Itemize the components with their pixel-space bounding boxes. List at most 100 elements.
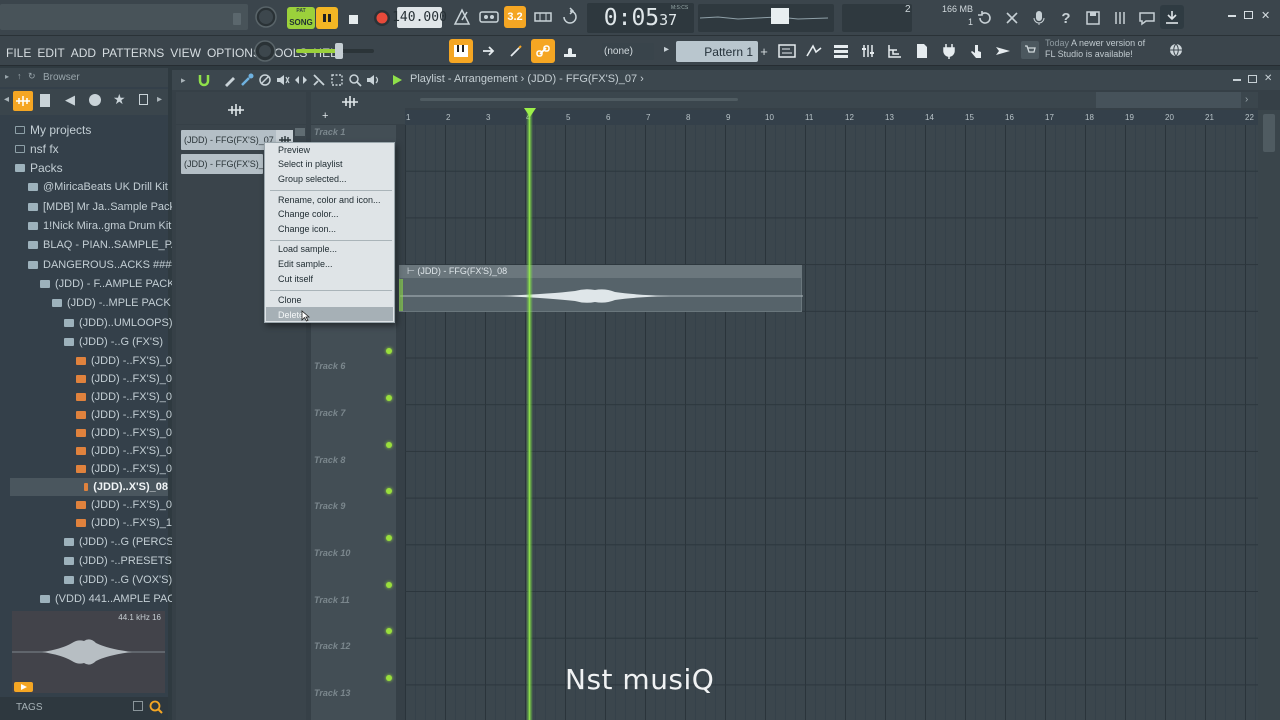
list-item[interactable]: (JDD)..UMLOOPS)	[64, 314, 173, 332]
browser-refresh-icon[interactable]: ↻	[28, 71, 36, 82]
menu-patterns[interactable]: PATTERNS	[102, 46, 164, 60]
list-item[interactable]: (JDD) -..FX'S)_10	[76, 514, 178, 532]
undo-icon[interactable]	[972, 6, 996, 30]
browser-collapse-icon[interactable]: ◂	[4, 94, 9, 105]
track-enable-led[interactable]	[386, 395, 392, 401]
mixer-icon[interactable]	[1108, 6, 1132, 30]
list-item[interactable]: (JDD) -..G (VOX'S)	[64, 571, 172, 589]
toolbar-select-icon[interactable]	[330, 73, 344, 87]
mixer-view-icon[interactable]	[856, 39, 880, 63]
pattern-song-toggle[interactable]: PAT SONG	[287, 7, 315, 29]
vertical-scroll[interactable]	[1258, 110, 1280, 720]
menu-file[interactable]: FILE	[6, 46, 31, 60]
metronome-icon[interactable]	[451, 6, 473, 28]
list-item[interactable]: My projects	[15, 121, 91, 139]
magnet-snap-icon[interactable]	[197, 73, 211, 87]
toolbar-delete-icon[interactable]	[258, 73, 272, 87]
master-volume-knob[interactable]	[255, 6, 277, 28]
track-name[interactable]: Track 12	[314, 641, 350, 651]
browser-up-icon[interactable]: ↑	[17, 71, 22, 81]
piano-roll-icon[interactable]	[802, 39, 826, 63]
track-enable-led[interactable]	[386, 582, 392, 588]
pattern-prev-icon[interactable]: ▸	[664, 44, 669, 55]
step-edit-value[interactable]: 3.2	[504, 6, 526, 28]
plugin-icon[interactable]	[937, 39, 961, 63]
track-enable-led[interactable]	[386, 348, 392, 354]
globe-icon[interactable]	[1169, 43, 1183, 57]
download-icon[interactable]	[1160, 5, 1184, 29]
play-button[interactable]	[316, 7, 338, 29]
wait-for-input-icon[interactable]	[478, 6, 500, 28]
menu-view[interactable]: VIEW	[170, 46, 201, 60]
stop-button[interactable]	[344, 10, 362, 28]
add-track-icon[interactable]: +	[322, 110, 328, 122]
list-item[interactable]: (JDD) -..FX'S)_06	[76, 442, 178, 460]
ctx-rename[interactable]: Rename, color and icon...	[278, 195, 381, 205]
save-icon[interactable]	[1081, 6, 1105, 30]
list-item[interactable]: (JDD) -..PRESETS)	[64, 552, 176, 570]
toolbar-mute-icon[interactable]	[276, 73, 290, 87]
list-item[interactable]: 1!Nick Mira..gma Drum Kit	[28, 217, 171, 235]
arrow-right-icon[interactable]	[477, 39, 501, 63]
channel-rack-icon[interactable]	[829, 39, 853, 63]
touch-keyboard-icon[interactable]	[964, 39, 988, 63]
link-icon[interactable]	[531, 39, 555, 63]
track-name[interactable]: Track 8	[314, 455, 345, 465]
playlist-play-icon[interactable]	[391, 74, 403, 86]
vertical-scroll-thumb[interactable]	[1263, 114, 1275, 152]
list-item[interactable]: @MiricaBeats UK Drill Kit	[28, 178, 168, 196]
stamp-icon[interactable]	[558, 39, 582, 63]
track-enable-led[interactable]	[386, 488, 392, 494]
list-item[interactable]: (JDD) -..FX'S)_09	[76, 496, 178, 514]
tags-folder-icon[interactable]	[133, 701, 143, 711]
track-name[interactable]: Track 11	[314, 595, 350, 605]
close-icon[interactable]: ✕	[1261, 9, 1270, 22]
track-enable-led[interactable]	[386, 442, 392, 448]
list-item[interactable]: (JDD) -..FX'S)_07	[76, 460, 178, 478]
list-item[interactable]: Packs	[15, 159, 63, 177]
microphone-icon[interactable]	[1027, 6, 1051, 30]
horizontal-scroll[interactable]: ›	[400, 92, 1258, 108]
chat-icon[interactable]	[1135, 6, 1159, 30]
browser-files-icon[interactable]	[40, 94, 50, 107]
scroll-right-icon[interactable]: ›	[1245, 94, 1248, 105]
picker-scroll-up-icon[interactable]	[295, 128, 305, 136]
list-item[interactable]: (JDD) -..FX'S)_04	[76, 406, 178, 424]
send-icon[interactable]	[991, 39, 1015, 63]
minimize-icon[interactable]	[1228, 15, 1236, 17]
cut-tool-icon[interactable]	[1000, 6, 1024, 30]
picker-audio-icon[interactable]	[228, 104, 244, 116]
list-item[interactable]: (JDD) -..FX'S)_01	[76, 352, 178, 370]
clip-menu-icon[interactable]: ⊢	[407, 266, 415, 276]
draw-tool-icon[interactable]	[504, 39, 528, 63]
list-item[interactable]: BLAQ - PIAN..SAMPLE_PACK	[28, 236, 194, 254]
track-enable-led[interactable]	[386, 675, 392, 681]
track-name[interactable]: Track 10	[314, 548, 350, 558]
toolbar-zoom-icon[interactable]	[348, 73, 362, 87]
tempo-display[interactable]: 140.000	[392, 7, 447, 28]
track-name[interactable]: Track 13	[314, 688, 350, 698]
menu-edit[interactable]: EDIT	[37, 46, 64, 60]
track-name[interactable]: Track 6	[314, 361, 345, 371]
ctx-select-in-playlist[interactable]: Select in playlist	[278, 159, 343, 169]
ctx-change-color[interactable]: Change color...	[278, 209, 339, 219]
restore-icon[interactable]	[1244, 11, 1253, 19]
track-enable-led[interactable]	[386, 628, 392, 634]
shop-cart-icon[interactable]	[1021, 41, 1039, 59]
ctx-cut-itself[interactable]: Cut itself	[278, 274, 313, 284]
sample-preview[interactable]: 44.1 kHz 16	[12, 611, 165, 693]
ctx-load-sample[interactable]: Load sample...	[278, 244, 337, 254]
main-pitch-knob[interactable]	[254, 40, 276, 62]
pattern-selector[interactable]: Pattern 1	[676, 41, 758, 62]
track-name[interactable]: Track 1	[314, 127, 345, 137]
browser-all-icon[interactable]	[13, 91, 33, 111]
volume-slider-handle[interactable]	[335, 43, 343, 59]
browser-clipboard-icon[interactable]	[139, 94, 148, 105]
add-pattern-icon[interactable]: +	[758, 41, 770, 62]
list-item[interactable]: (JDD) - F..AMPLE PACK	[40, 275, 175, 293]
playlist-minimize-icon[interactable]	[1233, 79, 1241, 81]
browser-tree-icon[interactable]	[883, 39, 907, 63]
preview-play-icon[interactable]	[14, 682, 33, 692]
track-name[interactable]: Track 7	[314, 408, 345, 418]
menu-add[interactable]: ADD	[71, 46, 96, 60]
